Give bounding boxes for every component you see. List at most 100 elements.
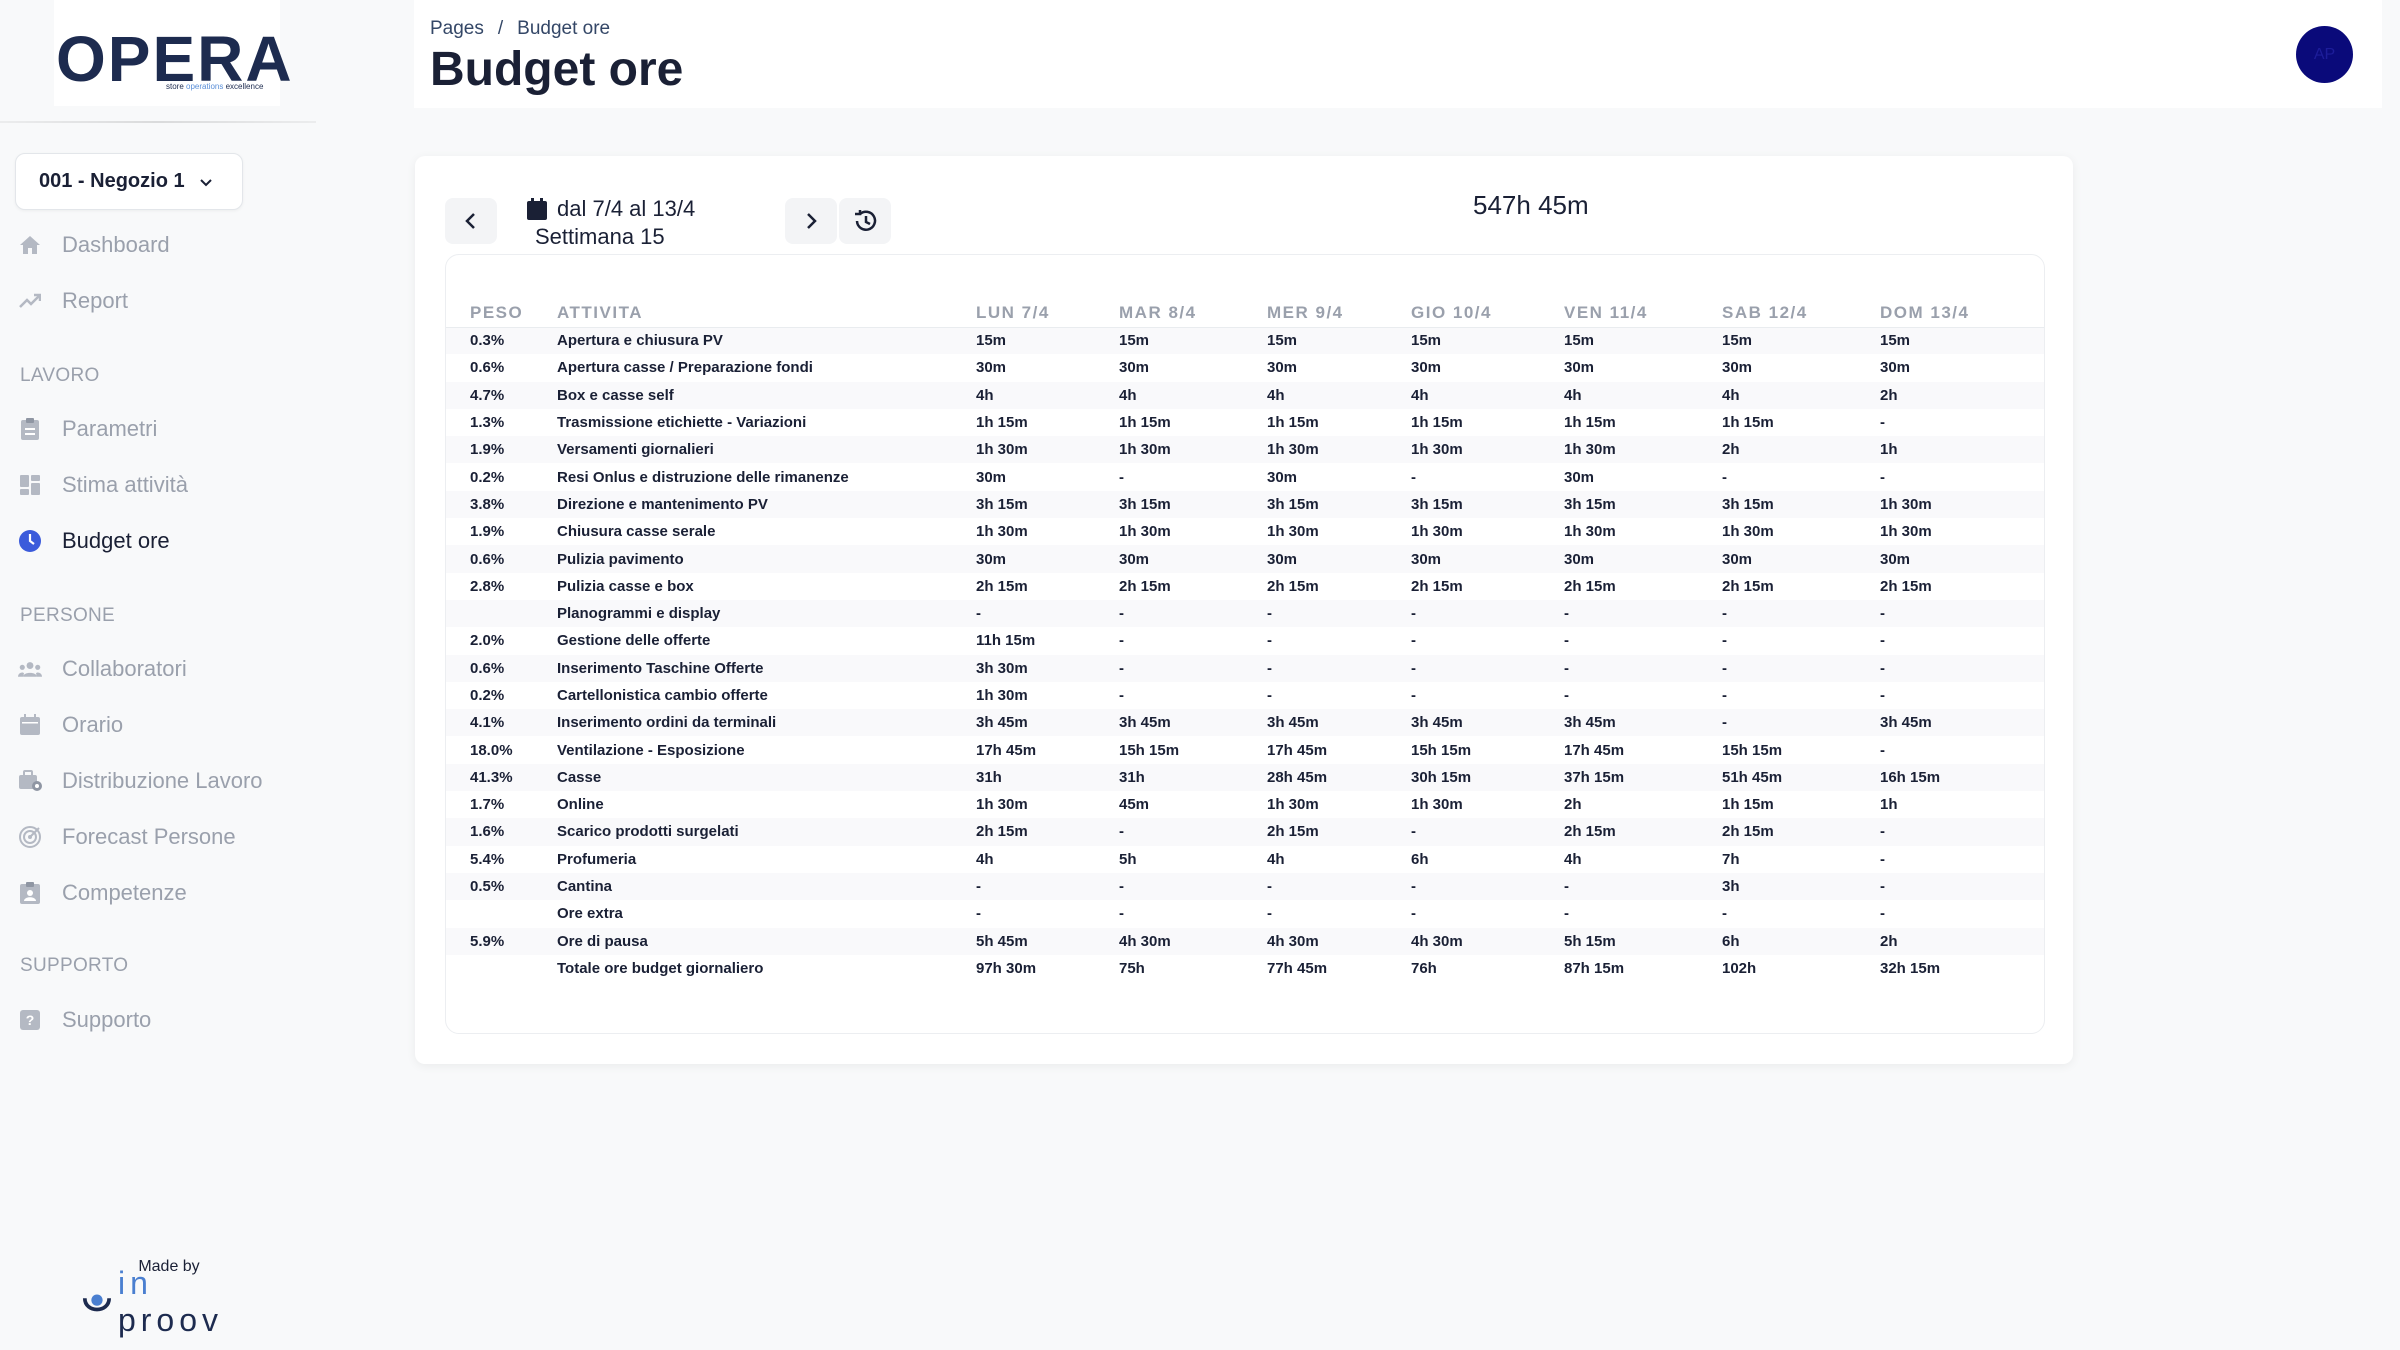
sidebar-item-parametri[interactable]: Parametri [18, 409, 157, 449]
table-row: 5.4% Profumeria 4h 5h 4h 6h 4h 7h - [446, 846, 2044, 873]
hours-cell: 3h 15m [976, 490, 1119, 519]
hours-cell: - [1119, 872, 1267, 901]
hours-cell: 30m [976, 468, 1007, 486]
budget-table-container: PESO ATTIVITA LUN 7/4 MAR 8/4 MER 9/4 GIO 10/… [445, 254, 2045, 1034]
hours-cell: 30m [1119, 545, 1267, 573]
hours-cell: 4h [1411, 381, 1564, 409]
activity-cell: Apertura e chiusura PV [557, 327, 976, 355]
hours-cell: 2h 15m [1722, 818, 1880, 846]
activity-cell: Profumeria [557, 850, 637, 868]
column-header: MER 9/4 [1267, 299, 1411, 328]
breadcrumb-root[interactable]: Pages [430, 18, 484, 40]
hours-cell: - [1564, 632, 1569, 650]
activity-cell: Inserimento Taschine Offerte [557, 654, 976, 682]
hours-cell: 1h [1880, 436, 2044, 464]
activity-cell: Trasmissione etichiette - Variazioni [557, 414, 807, 432]
sidebar-item-stima-attivita[interactable]: Stima attività [18, 465, 188, 505]
hours-cell: - [1119, 654, 1267, 682]
hours-cell: 3h 15m [1411, 490, 1564, 519]
hours-cell: 32h 15m [1880, 959, 1941, 977]
weight-cell: 1.6% [446, 818, 557, 846]
hours-cell: 17h 45m [976, 741, 1037, 759]
sidebar-item-budget-ore[interactable]: Budget ore [18, 521, 170, 561]
sidebar-item-orario[interactable]: Orario [18, 705, 123, 745]
sidebar-item-distribuzione-lavoro[interactable]: Distribuzione Lavoro [18, 761, 263, 801]
hours-cell: 3h 15m [1119, 490, 1267, 519]
hours-cell: 17h 45m [1267, 741, 1328, 759]
hours-cell: 76h [1411, 959, 1437, 977]
breadcrumb-separator: / [497, 18, 504, 39]
table-row: 5.9% Ore di pausa 5h 45m 4h 30m 4h 30m 4h 30m… [446, 927, 2044, 955]
hours-cell: 2h 15m [1564, 818, 1722, 846]
column-header: GIO 10/4 [1411, 299, 1564, 328]
column-header: DOM 13/4 [1880, 299, 2044, 328]
weight-cell: 0.5% [446, 872, 557, 901]
svg-text:?: ? [26, 1012, 35, 1028]
hours-cell: 45m [1119, 796, 1150, 814]
hours-cell: 11h 15m [976, 632, 1036, 650]
opera-logo[interactable]: OPERA store operations excellence [54, 0, 292, 106]
hours-cell: 1h 15m [1722, 414, 1774, 432]
weight-cell: 0.2% [470, 468, 505, 486]
table-row: 2.8% Pulizia casse e box 2h 15m 2h 15m 2h 15… [446, 573, 2044, 600]
hours-cell: 6h [1722, 927, 1880, 955]
sidebar-item-label: Stima attività [62, 472, 188, 497]
hours-cell: 31h [976, 763, 1119, 792]
avatar[interactable]: AP [2296, 26, 2353, 83]
next-week-button[interactable] [785, 198, 837, 244]
breadcrumb: Pages / Budget ore [430, 18, 610, 40]
table-row: 0.2% Cartellonistica cambio offerte 1h 30m… [446, 682, 2044, 709]
hours-cell: - [1722, 599, 1880, 628]
sidebar-item-report[interactable]: Report [18, 281, 128, 321]
sidebar-item-competenze[interactable]: Competenze [18, 873, 187, 913]
hours-cell: 15m [1880, 327, 2044, 355]
hours-cell: 1h 15m [1411, 414, 1463, 432]
activity-cell: Scarico prodotti surgelati [557, 818, 976, 846]
calendar-icon [527, 198, 547, 220]
sidebar-item-label: Parametri [62, 416, 158, 441]
hours-cell: - [1411, 687, 1416, 704]
hours-cell: 4h [1722, 381, 1880, 409]
hours-cell: - [1267, 905, 1272, 923]
hours-cell: - [1411, 632, 1416, 650]
hours-cell: 3h [1722, 872, 1880, 901]
sidebar-item-dashboard[interactable]: Dashboard [18, 225, 170, 265]
hours-cell: - [976, 905, 981, 923]
sidebar-item-collaboratori[interactable]: Collaboratori [18, 649, 187, 689]
column-header: LUN 7/4 [976, 299, 1119, 328]
sidebar-item-forecast-persone[interactable]: Forecast Persone [18, 817, 236, 857]
hours-cell: - [1722, 632, 1727, 650]
column-header: SAB 12/4 [1722, 299, 1880, 328]
hours-cell: 6h [1411, 850, 1429, 868]
hours-cell: 1h 30m [976, 436, 1119, 464]
table-row: 41.3% Casse 31h 31h 28h 45m 30h 15m 37h 15m 51h… [446, 763, 2044, 792]
hours-cell: - [1880, 632, 1885, 650]
budget-table: PESO ATTIVITA LUN 7/4 MAR 8/4 MER 9/4 GIO 10/… [446, 299, 2044, 982]
hours-cell: - [1564, 599, 1722, 628]
weight-cell: 1.9% [470, 523, 505, 541]
activity-cell: Casse [557, 763, 976, 792]
hours-cell: - [1411, 818, 1564, 846]
weight-cell: 2.8% [470, 577, 505, 595]
weight-cell: 0.6% [446, 545, 557, 573]
total-hours: 547h 45m [1473, 190, 1589, 220]
hours-cell: 3h 45m [1119, 709, 1267, 737]
sidebar-item-label: Supporto [62, 1007, 152, 1032]
weight-cell [446, 599, 557, 628]
table-row: 0.6% Pulizia pavimento 30m 30m 30m 30m 30m 30m 3… [446, 545, 2044, 573]
activity-cell: Cantina [557, 872, 976, 901]
weight-cell: 0.2% [470, 687, 505, 704]
hours-cell: - [1267, 687, 1272, 704]
previous-week-button[interactable] [445, 198, 497, 244]
sidebar-item-supporto[interactable]: ? Supporto [18, 1000, 151, 1040]
hours-cell: 30m [1267, 359, 1298, 377]
hours-cell: 1h 30m [1267, 796, 1319, 814]
table-body: 0.3% Apertura e chiusura PV 15m 15m 15m 15m 15… [446, 327, 2044, 982]
table-row: 4.7% Box e casse self 4h 4h 4h 4h 4h 4h 2h [446, 381, 2044, 409]
weight-cell: 18.0% [470, 741, 513, 759]
history-button[interactable] [839, 198, 891, 244]
store-selector[interactable]: 001 - Negozio 1 [15, 153, 243, 210]
weight-cell: 4.1% [446, 709, 557, 737]
sidebar: OPERA store operations excellence 001 - … [0, 0, 316, 1350]
activity-cell: Gestione delle offerte [557, 632, 711, 650]
